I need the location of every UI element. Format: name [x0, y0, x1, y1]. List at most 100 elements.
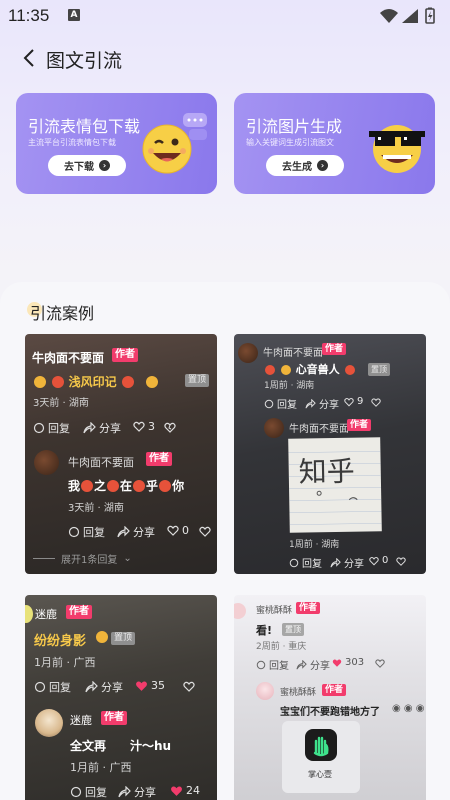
- comment-author: 迷鹿: [35, 608, 57, 621]
- comment-icon: [264, 399, 274, 408]
- back-button[interactable]: [18, 46, 42, 70]
- heart-filled-icon: [332, 659, 342, 667]
- reply-button[interactable]: 回复: [256, 657, 289, 672]
- reply-author: 蜜桃酥酥: [280, 688, 317, 698]
- share-button[interactable]: 分享: [117, 524, 155, 540]
- avatar[interactable]: [25, 605, 33, 623]
- reply-text: 宝宝们不要跑错地方了: [280, 707, 380, 718]
- reply-button[interactable]: 回复: [33, 420, 70, 436]
- image-handwritten-text: 知乎: [298, 454, 356, 489]
- comment-text: 心音兽人: [295, 363, 340, 376]
- share-button[interactable]: 分享: [85, 679, 123, 695]
- dislike-icon[interactable]: [396, 556, 406, 566]
- emoji-icon: [265, 365, 275, 375]
- emoji-icon: [133, 480, 146, 492]
- avatar[interactable]: [256, 682, 274, 700]
- comment-icon: [34, 681, 46, 693]
- download-button[interactable]: 去下载 ›: [48, 155, 126, 176]
- reply-meta: 3天前 · 湖南: [68, 503, 124, 514]
- generate-button[interactable]: 去生成 ›: [266, 155, 344, 176]
- share-label: 分享: [133, 526, 155, 539]
- author-badge: 作者: [296, 602, 321, 614]
- author-badge: 作者: [112, 348, 138, 362]
- emoji-icon: [81, 480, 94, 492]
- dislike-icon[interactable]: [199, 525, 211, 537]
- app-logo: [305, 729, 337, 761]
- dislike-icon[interactable]: [375, 658, 385, 668]
- divider: [33, 558, 55, 559]
- share-button[interactable]: 分享: [296, 657, 330, 672]
- share-label: 分享: [101, 681, 123, 694]
- like-count: 24: [186, 784, 200, 797]
- share-button[interactable]: 分享: [83, 420, 121, 436]
- reply-button[interactable]: 回复: [34, 679, 71, 695]
- heart-icon: [344, 397, 354, 406]
- comment-content: 浅风印记: [33, 373, 159, 390]
- avatar[interactable]: [34, 450, 59, 475]
- emoji-icon: [280, 365, 291, 375]
- promo-card-download-stickers[interactable]: 引流表情包下载 主流平台引流表情包下载 去下载 ›: [16, 93, 217, 194]
- emoji-icon: [51, 376, 64, 388]
- reply-text: 我: [68, 479, 81, 493]
- reply-button[interactable]: 回复: [264, 396, 297, 411]
- share-icon: [118, 786, 131, 798]
- case-card[interactable]: 牛肉面不要面 作者 心音兽人 置顶 1周前 · 湖南 回复 分享 9 牛肉面不要…: [234, 334, 426, 574]
- avatar[interactable]: [35, 709, 63, 737]
- emoji-icon: [159, 480, 172, 492]
- like-button[interactable]: 24: [170, 784, 200, 797]
- reply-author: 牛肉面不要面: [289, 424, 349, 435]
- top-app-bar: 图文引流: [0, 38, 450, 78]
- like-count: 0: [382, 555, 389, 566]
- avatar[interactable]: [234, 603, 246, 619]
- like-button[interactable]: 35: [135, 679, 165, 692]
- like-button[interactable]: 0: [369, 555, 388, 566]
- case-card[interactable]: 蜜桃酥酥 作者 看! 置顶 2周前 · 重庆 回复 分享 303 蜜桃酥酥 作者…: [234, 595, 426, 800]
- reply-label: 回复: [83, 526, 105, 539]
- case-card[interactable]: 牛肉面不要面 作者 浅风印记 置顶 3天前 · 湖南 回复 分享 3 牛肉面不要…: [25, 334, 217, 574]
- expand-replies-button[interactable]: 展开1条回复 ⌄: [33, 551, 132, 566]
- reply-image[interactable]: 知乎: [288, 437, 382, 533]
- reply-label: 回复: [48, 422, 70, 435]
- comment-author: 蜜桃酥酥: [256, 606, 293, 616]
- reply-label: 回复: [49, 681, 71, 694]
- emoji-icon: [146, 376, 159, 388]
- expand-replies-label: 展开1条回复: [61, 555, 118, 566]
- comment-text: 纷纷身影: [34, 634, 87, 649]
- share-button[interactable]: 分享: [305, 396, 339, 411]
- avatar[interactable]: [264, 418, 284, 438]
- heart-filled-icon: [136, 680, 147, 691]
- battery-icon: [425, 7, 435, 24]
- reply-meta: 1周前 · 湖南: [289, 540, 340, 550]
- promo-card-generate-images[interactable]: 引流图片生成 输入关键词生成引流图文 去生成 ›: [234, 93, 435, 194]
- comment-content: 心音兽人: [264, 361, 356, 377]
- dislike-icon[interactable]: [164, 421, 176, 433]
- wifi-icon: [380, 9, 398, 23]
- reply-image[interactable]: 掌心壹: [282, 721, 360, 793]
- avatar[interactable]: [238, 343, 258, 363]
- comment-text: 看!: [256, 624, 273, 637]
- like-button[interactable]: 3: [133, 420, 155, 433]
- reply-button[interactable]: 回复: [70, 784, 107, 800]
- like-count: 0: [182, 524, 189, 537]
- share-label: 分享: [134, 786, 156, 799]
- share-icon: [305, 398, 316, 408]
- comment-author: 牛肉面不要面: [32, 351, 105, 365]
- like-button[interactable]: 0: [167, 524, 189, 537]
- author-badge: 作者: [322, 343, 347, 355]
- share-button[interactable]: 分享: [118, 784, 156, 800]
- share-button[interactable]: 分享: [330, 555, 364, 570]
- dislike-icon[interactable]: [183, 680, 195, 692]
- reply-text: 在: [120, 479, 133, 493]
- case-card[interactable]: 迷鹿 作者 纷纷身影 置顶 1月前 · 广西 回复 分享 35 迷鹿 作者 全文…: [25, 595, 217, 800]
- reply-button[interactable]: 回复: [289, 555, 322, 570]
- dislike-icon[interactable]: [371, 397, 381, 407]
- download-button-label: 去下载: [64, 162, 94, 173]
- like-button[interactable]: 303: [332, 657, 364, 668]
- reply-button[interactable]: 回复: [68, 524, 105, 540]
- reply-author: 迷鹿: [70, 714, 92, 727]
- like-button[interactable]: 9: [344, 396, 363, 407]
- pinned-badge: 置顶: [368, 363, 390, 376]
- generate-button-label: 去生成: [282, 162, 312, 173]
- share-label: 分享: [310, 661, 330, 672]
- emoji-icon: [344, 365, 355, 375]
